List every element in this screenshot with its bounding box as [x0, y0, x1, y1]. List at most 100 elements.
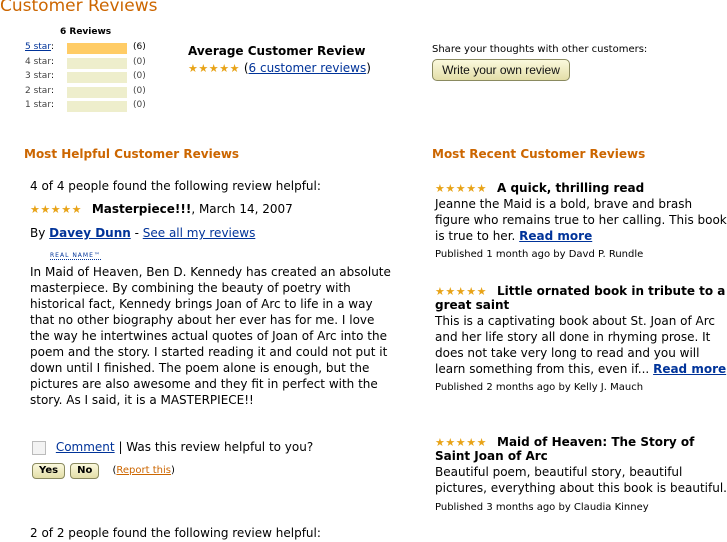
- histogram-bar-fill: [67, 43, 127, 54]
- star-icon: ★: [229, 61, 240, 75]
- average-review-row: ★ ★ ★ ★ ★ (6 customer reviews): [188, 61, 371, 75]
- star-icon: ★: [466, 181, 477, 195]
- histogram-header: 6 Reviews: [60, 27, 112, 37]
- recent-rating-stars: ★ ★ ★ ★ ★: [435, 284, 487, 298]
- vote-row: Yes No (Report this): [32, 458, 175, 479]
- recent-review-1: ★ ★ ★ ★ ★ A quick, thrilling read Jeanne the …: [435, 181, 727, 260]
- recent-review-body: Beautiful poem, beautiful story, beautif…: [435, 465, 727, 495]
- star-icon: ★: [455, 435, 466, 449]
- histogram-count: (0): [133, 100, 146, 110]
- review-date: , March 14, 2007: [191, 202, 293, 216]
- real-name-badge-text: REAL NAME™: [50, 252, 101, 260]
- helpful-question: Was this review helpful to you?: [126, 440, 314, 454]
- comment-checkbox-icon[interactable]: [32, 440, 46, 455]
- read-more-link[interactable]: Read more: [519, 229, 592, 243]
- average-review-title: Average Customer Review: [188, 44, 366, 58]
- star-level-label: 1 star:: [25, 100, 55, 110]
- pipe-sep: |: [114, 440, 127, 454]
- report-this-link[interactable]: Report this: [116, 465, 171, 476]
- star-level-label: 3 star:: [25, 71, 55, 81]
- recent-published: Published 3 months ago by Claudia Kinney: [435, 502, 649, 513]
- most-recent-heading: Most Recent Customer Reviews: [432, 147, 646, 161]
- star-icon: ★: [71, 202, 82, 216]
- star-icon: ★: [466, 284, 477, 298]
- recent-review-title-row: ★ ★ ★ ★ ★ A quick, thrilling read: [435, 181, 727, 195]
- recent-review-title-row: ★ ★ ★ ★ ★ Maid of Heaven: The Story of Saint …: [435, 435, 727, 463]
- no-button[interactable]: No: [70, 463, 100, 479]
- star-icon: ★: [208, 61, 219, 75]
- star-icon: ★: [455, 181, 466, 195]
- recent-published: Published 1 month ago by Davd P. Rundle: [435, 249, 644, 260]
- recent-review-body-wrap: Jeanne the Maid is a bold, brave and bra…: [435, 196, 727, 244]
- star-icon: ★: [30, 202, 40, 216]
- histogram-count: (0): [133, 56, 146, 67]
- label-colon: :: [51, 56, 55, 67]
- second-review-helpful-text: 2 of 2 people found the following review…: [30, 526, 321, 540]
- review-actions-row: Comment | Was this review helpful to you…: [32, 439, 313, 455]
- recent-review-title: A quick, thrilling read: [497, 181, 645, 195]
- write-review-button[interactable]: Write your own review: [432, 59, 570, 81]
- star-icon: ★: [198, 61, 209, 75]
- star-icon: ★: [476, 435, 487, 449]
- review-rating-stars: ★ ★ ★ ★ ★: [30, 202, 82, 216]
- review-title-row: ★ ★ ★ ★ ★ Masterpiece!!!, March 14, 2007: [30, 201, 293, 217]
- helpful-count-text: 4 of 4 people found the following review…: [30, 179, 321, 193]
- histogram-count: (0): [133, 71, 146, 81]
- recent-review-body-wrap: This is a captivating book about St. Joa…: [435, 313, 727, 377]
- yes-button[interactable]: Yes: [32, 463, 66, 479]
- star-icon: ★: [455, 284, 466, 298]
- star-icon: ★: [435, 284, 445, 298]
- review-author-row: By Davey Dunn - See all my reviews: [30, 225, 255, 241]
- histogram-bar: [67, 43, 127, 54]
- histogram-bar: [67, 86, 127, 98]
- star-icon: ★: [476, 181, 487, 195]
- author-link[interactable]: Davey Dunn: [49, 226, 131, 240]
- histogram-bar: [67, 57, 127, 69]
- real-name-badge: REAL NAME™: [50, 242, 101, 261]
- label-colon: :: [51, 71, 55, 81]
- review-body: In Maid of Heaven, Ben D. Kennedy has cr…: [30, 265, 391, 407]
- report-wrapper: (Report this): [113, 465, 175, 476]
- histogram-count: (0): [133, 85, 146, 96]
- recent-rating-stars: ★ ★ ★ ★ ★: [435, 435, 487, 449]
- review-title: Masterpiece!!!: [91, 202, 192, 216]
- label-colon: :: [51, 85, 55, 96]
- dash-sep: -: [130, 226, 143, 240]
- star-icon: ★: [435, 181, 445, 195]
- report-paren-close: ): [170, 465, 175, 476]
- star-level-label: 4 star:: [25, 56, 55, 67]
- read-more-link[interactable]: Read more: [653, 362, 726, 376]
- recent-review-2: ★ ★ ★ ★ ★ Little ornated book in tribute to a…: [435, 284, 727, 393]
- star-icon: ★: [466, 435, 477, 449]
- average-rating-stars: ★ ★ ★ ★ ★: [188, 61, 240, 75]
- page-title: Customer Reviews: [0, 0, 158, 16]
- paren-close: ): [366, 61, 371, 75]
- star-icon: ★: [61, 202, 72, 216]
- label-colon: :: [51, 42, 55, 52]
- star-level-label[interactable]: 5 star:: [25, 42, 65, 52]
- see-all-reviews-link[interactable]: See all my reviews: [143, 226, 256, 240]
- histogram-count: (6): [133, 42, 146, 52]
- recent-review-3: ★ ★ ★ ★ ★ Maid of Heaven: The Story of Saint …: [435, 435, 727, 513]
- histogram-bar: [67, 72, 127, 83]
- histogram-bar: [67, 101, 127, 112]
- most-helpful-heading: Most Helpful Customer Reviews: [24, 147, 240, 161]
- comment-link[interactable]: Comment: [56, 440, 115, 454]
- star-level-label: 2 star:: [25, 85, 55, 96]
- label-colon: :: [51, 100, 55, 110]
- star-icon: ★: [445, 435, 456, 449]
- by-label: By: [30, 226, 46, 240]
- recent-review-title-row: ★ ★ ★ ★ ★ Little ornated book in tribute to a…: [435, 284, 727, 312]
- star-icon: ★: [445, 284, 456, 298]
- recent-published: Published 2 months ago by Kelly J. Mauch: [435, 382, 644, 393]
- star-icon: ★: [50, 202, 61, 216]
- star-icon: ★: [445, 181, 456, 195]
- share-prompt: Share your thoughts with other customers…: [432, 44, 648, 55]
- customer-reviews-link[interactable]: 6 customer reviews: [249, 61, 367, 75]
- star-icon: ★: [40, 202, 51, 216]
- star-icon: ★: [435, 435, 445, 449]
- star-icon: ★: [188, 61, 198, 75]
- recent-rating-stars: ★ ★ ★ ★ ★: [435, 181, 487, 195]
- star-icon: ★: [219, 61, 230, 75]
- star-icon: ★: [476, 284, 487, 298]
